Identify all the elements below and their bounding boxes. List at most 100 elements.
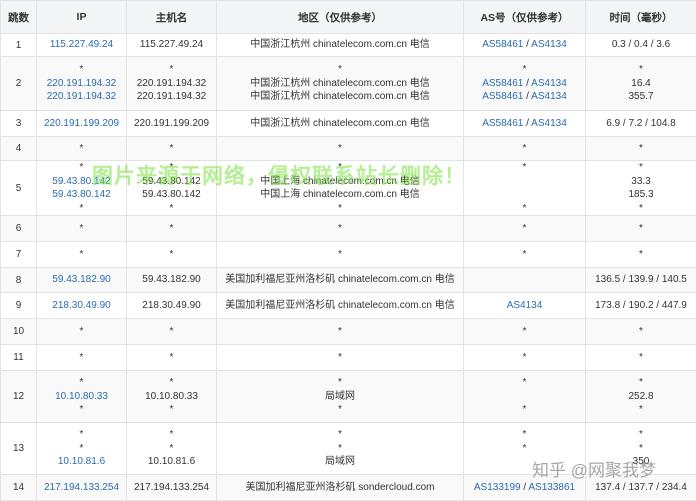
time-text: * xyxy=(588,428,694,442)
header-ip: IP xyxy=(37,1,127,34)
hostname-text: * xyxy=(129,202,214,216)
time-cell: * xyxy=(586,345,696,371)
time-cell: 137.4 / 137.7 / 234.4 xyxy=(586,475,696,501)
table-row: 6***** xyxy=(1,216,696,242)
region-cell: 美国加利福尼亚州洛杉矶 sondercloud.com xyxy=(217,475,464,501)
region-cell: * xyxy=(217,319,464,345)
table-row: 1115.227.49.24115.227.49.24中国浙江杭州 chinat… xyxy=(1,34,696,57)
as-link[interactable]: AS4134 xyxy=(531,118,567,129)
as-line: AS58461 / AS4134 xyxy=(466,117,583,131)
ip-link: * xyxy=(39,351,124,365)
time-cell: * xyxy=(586,319,696,345)
as-line: * xyxy=(466,442,583,456)
as-cell: AS58461 / AS4134 xyxy=(464,111,586,137)
as-cell: * xyxy=(464,319,586,345)
ip-link[interactable]: 218.30.49.90 xyxy=(39,299,124,313)
as-text: * xyxy=(523,162,527,173)
region-text: 美国加利福尼亚州洛杉矶 chinatelecom.com.cn 电信 xyxy=(219,299,461,313)
time-text: 16.4 xyxy=(588,77,694,91)
time-cell: * xyxy=(586,242,696,268)
as-link[interactable]: AS133861 xyxy=(528,482,575,493)
as-line: * xyxy=(466,376,583,390)
as-cell: * xyxy=(464,216,586,242)
time-text: 350 xyxy=(588,455,694,469)
hostname-cell: 217.194.133.254 xyxy=(127,475,217,501)
ip-link[interactable]: 59.43.80.142 xyxy=(39,188,124,202)
region-cell: * xyxy=(217,137,464,161)
ip-link: * xyxy=(39,403,124,417)
time-text: * xyxy=(588,142,694,156)
hostname-text: 59.43.182.90 xyxy=(129,273,214,287)
ip-link[interactable]: 59.43.182.90 xyxy=(39,273,124,287)
as-link[interactable]: AS4134 xyxy=(531,78,567,89)
as-line: AS4134 xyxy=(466,299,583,313)
as-link[interactable]: AS58461 xyxy=(482,39,523,50)
as-separator: / xyxy=(523,39,531,50)
hostname-text: * xyxy=(129,222,214,236)
as-text: * xyxy=(523,404,527,415)
as-line: * xyxy=(466,248,583,262)
hop-number: 8 xyxy=(16,275,22,286)
region-text: 中国浙江杭州 chinatelecom.com.cn 电信 xyxy=(219,38,461,52)
hop-cell: 3 xyxy=(1,111,37,137)
time-text: * xyxy=(588,403,694,417)
ip-cell: * xyxy=(37,137,127,161)
ip-link[interactable]: 220.191.199.209 xyxy=(39,117,124,131)
ip-link[interactable]: 115.227.49.24 xyxy=(39,38,124,52)
ip-link[interactable]: 217.194.133.254 xyxy=(39,481,124,495)
ip-cell: 217.194.133.254 xyxy=(37,475,127,501)
hostname-text: 220.191.194.32 xyxy=(129,90,214,104)
as-line xyxy=(466,273,583,287)
region-text: * xyxy=(219,428,461,442)
hop-cell: 1 xyxy=(1,34,37,57)
as-cell: AS133199 / AS133861 xyxy=(464,475,586,501)
region-text: * xyxy=(219,161,461,175)
as-line: AS58461 / AS4134 xyxy=(466,90,583,104)
time-cell: * xyxy=(586,216,696,242)
ip-link[interactable]: 59.43.80.142 xyxy=(39,175,124,189)
time-text: 33.3 xyxy=(588,175,694,189)
as-link[interactable]: AS133199 xyxy=(474,482,521,493)
region-text: * xyxy=(219,202,461,216)
as-line: * xyxy=(466,403,583,417)
hostname-text: * xyxy=(129,63,214,77)
header-hop: 跳数 xyxy=(1,1,37,34)
as-cell: AS58461 / AS4134 xyxy=(464,34,586,57)
as-line: * xyxy=(466,325,583,339)
hostname-cell: 220.191.199.209 xyxy=(127,111,217,137)
ip-link[interactable]: 220.191.194.32 xyxy=(39,90,124,104)
hop-cell: 2 xyxy=(1,57,37,111)
hop-number: 3 xyxy=(16,118,22,129)
table-row: 9218.30.49.90218.30.49.90美国加利福尼亚州洛杉矶 chi… xyxy=(1,293,696,319)
ip-link[interactable]: 10.10.81.6 xyxy=(39,455,124,469)
region-text: * xyxy=(219,325,461,339)
hostname-text: * xyxy=(129,403,214,417)
header-time: 时间（毫秒） xyxy=(586,1,696,34)
table-row: 11***** xyxy=(1,345,696,371)
ip-link: * xyxy=(39,376,124,390)
hostname-text: * xyxy=(129,142,214,156)
as-link[interactable]: AS4134 xyxy=(531,39,567,50)
hop-cell: 10 xyxy=(1,319,37,345)
region-text: * xyxy=(219,63,461,77)
hostname-text: * xyxy=(129,428,214,442)
region-text: * xyxy=(219,142,461,156)
ip-link[interactable]: 10.10.80.33 xyxy=(39,390,124,404)
time-text: * xyxy=(588,442,694,456)
ip-link[interactable]: 220.191.194.32 xyxy=(39,77,124,91)
hop-number: 1 xyxy=(16,40,22,51)
as-link[interactable]: AS58461 xyxy=(482,118,523,129)
time-cell: 6.9 / 7.2 / 104.8 xyxy=(586,111,696,137)
region-text: 美国加利福尼亚州洛杉矶 chinatelecom.com.cn 电信 xyxy=(219,273,461,287)
ip-cell: * xyxy=(37,319,127,345)
as-text: * xyxy=(523,203,527,214)
as-cell xyxy=(464,268,586,293)
as-link[interactable]: AS4134 xyxy=(507,300,543,311)
as-link[interactable]: AS4134 xyxy=(531,91,567,102)
as-link[interactable]: AS58461 xyxy=(482,91,523,102)
region-text: * xyxy=(219,248,461,262)
as-line: * xyxy=(466,142,583,156)
as-link[interactable]: AS58461 xyxy=(482,78,523,89)
region-text: * xyxy=(219,403,461,417)
hop-cell: 7 xyxy=(1,242,37,268)
